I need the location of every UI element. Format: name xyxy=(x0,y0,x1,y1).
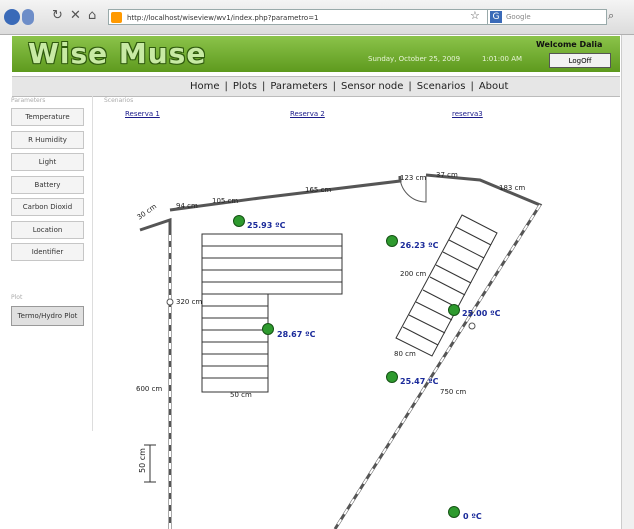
dim-183cm: 183 cm xyxy=(499,184,526,192)
dim-123cm: 123 cm xyxy=(400,174,427,182)
sensor-temp-label: 26.23 ºC xyxy=(400,241,439,250)
wall-top-left xyxy=(169,176,402,212)
dim-200cm: 200 cm xyxy=(400,270,427,278)
sensor-temp-label: 25.47 ºC xyxy=(400,377,439,386)
sensor-temp-label: 0 ºC xyxy=(463,512,482,521)
wall-left xyxy=(139,217,172,529)
sensor-icon[interactable] xyxy=(386,235,398,247)
dim-750cm: 750 cm xyxy=(440,388,467,396)
desk-block-diagonal xyxy=(395,214,498,357)
dim-600cm: 600 cm xyxy=(136,385,163,393)
desk-block-top xyxy=(201,233,343,295)
sensor-temp-label: 28.67 ºC xyxy=(277,330,316,339)
wall-right xyxy=(333,173,543,529)
desk-block-bottom xyxy=(201,293,269,393)
sensor-temp-label: 25.93 ºC xyxy=(247,221,286,230)
page-scrollbar[interactable] xyxy=(621,35,634,529)
sensor-icon[interactable] xyxy=(386,371,398,383)
dim-50cm: 50 cm xyxy=(230,391,252,399)
floor-plan-map xyxy=(139,173,543,529)
column-marker-right xyxy=(468,322,476,330)
dim-37cm: 37 cm xyxy=(436,171,458,179)
sensor-icon[interactable] xyxy=(233,215,245,227)
sensor-icon[interactable] xyxy=(448,506,460,518)
dim-94cm: 94 cm xyxy=(176,202,198,210)
sensor-temp-label: 25.00 ºC xyxy=(462,309,501,318)
dim-80cm: 80 cm xyxy=(394,350,416,358)
sensor-icon[interactable] xyxy=(448,304,460,316)
dim-105cm: 105 cm xyxy=(212,197,239,205)
dim-165cm: 165 cm xyxy=(305,186,332,194)
sensor-icon[interactable] xyxy=(262,323,274,335)
column-marker xyxy=(166,298,174,306)
dim-320cm: 320 cm xyxy=(176,298,203,306)
scale-50cm: 50 cm xyxy=(137,448,147,473)
